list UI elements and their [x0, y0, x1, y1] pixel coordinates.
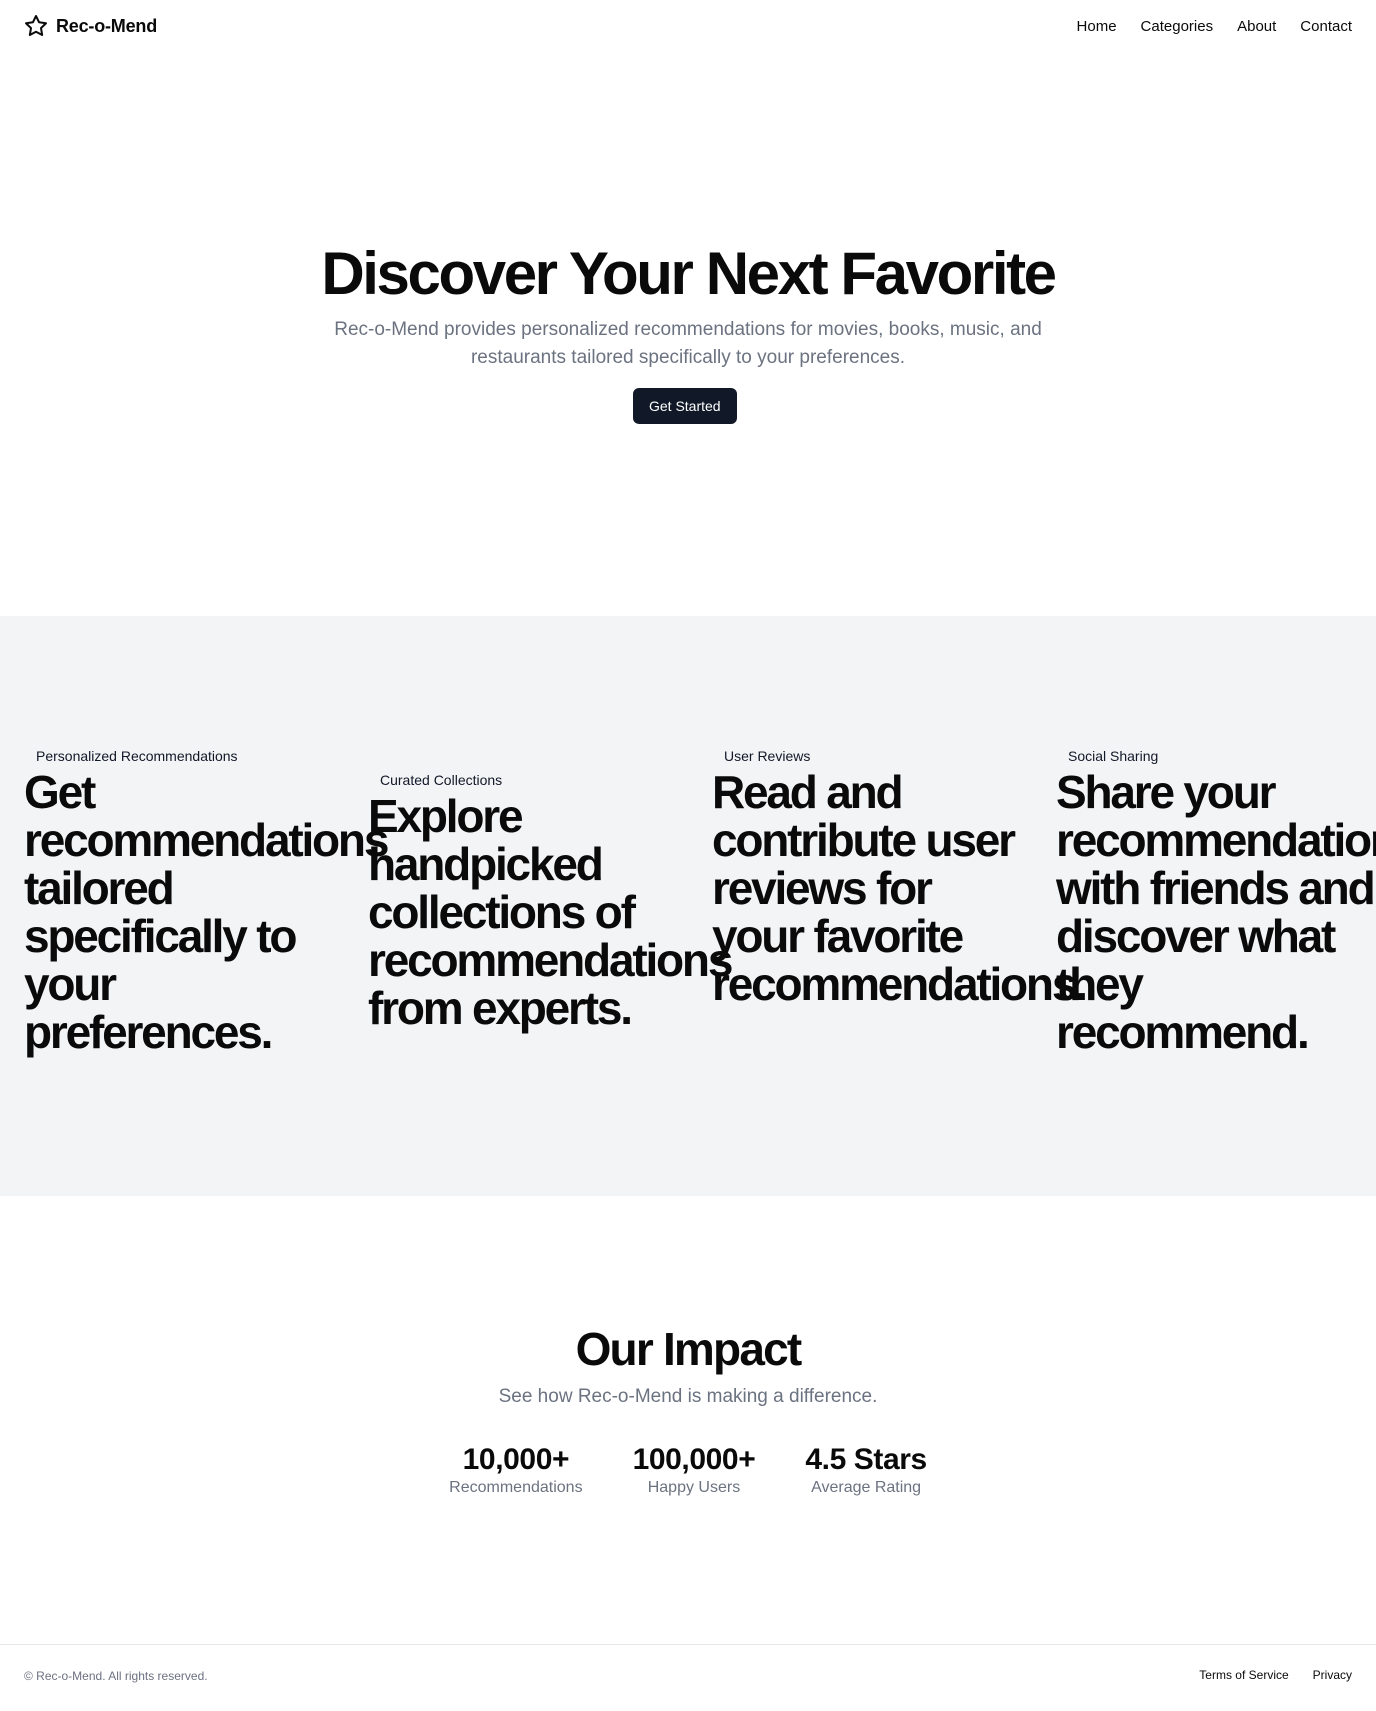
feature-card-personalized: Personalized Recommendations Get recomme…	[24, 746, 389, 1058]
site-header: Rec-o-Mend Home Categories About Contact	[0, 0, 1376, 56]
brand-name: Rec-o-Mend	[56, 15, 157, 36]
stat-label: Recommendations	[449, 1479, 583, 1496]
star-icon	[24, 14, 48, 38]
stat-happy-users: 100,000+ Happy Users	[633, 1442, 756, 1498]
copyright-text: © Rec-o-Mend. All rights reserved.	[24, 1669, 208, 1683]
hero-subtitle: Rec-o-Mend provides personalized recomme…	[334, 319, 1042, 368]
hero-section: Discover Your Next Favorite Rec-o-Mend p…	[0, 56, 1376, 616]
stat-label: Happy Users	[647, 1479, 741, 1496]
stat-value: 100,000+	[632, 1443, 756, 1476]
feature-title: Social Sharing	[1068, 748, 1159, 764]
hero-title: Discover Your Next Favorite	[321, 240, 1057, 307]
stat-average-rating: 4.5 Stars Average Rating	[805, 1442, 927, 1498]
stat-recommendations: 10,000+ Recommendations	[449, 1442, 582, 1498]
terms-of-service-link[interactable]: Terms of Service	[1199, 1668, 1288, 1682]
impact-subtitle: See how Rec-o-Mend is making a differenc…	[498, 1386, 878, 1407]
impact-section: Our Impact See how Rec-o-Mend is making …	[0, 1196, 1376, 1644]
features-section: Personalized Recommendations Get recomme…	[0, 616, 1376, 1196]
footer-links: Terms of Service Privacy	[1199, 1668, 1352, 1682]
feature-description: Share your recommendations with friends …	[1056, 766, 1376, 1058]
feature-description: Read and contribute user reviews for you…	[712, 766, 1088, 1010]
feature-title: Personalized Recommendations	[36, 748, 238, 764]
feature-title: Curated Collections	[380, 772, 503, 788]
brand-link[interactable]: Rec-o-Mend	[24, 14, 157, 38]
site-footer: © Rec-o-Mend. All rights reserved. Terms…	[0, 1644, 1376, 1711]
feature-description: Explore handpicked collections of recomm…	[368, 790, 733, 1034]
nav-about-link[interactable]: About	[1237, 18, 1276, 35]
get-started-button[interactable]: Get Started	[633, 388, 737, 424]
main-nav: Home Categories About Contact	[1077, 18, 1352, 35]
stats-row: 10,000+ Recommendations 100,000+ Happy U…	[0, 1442, 1376, 1498]
feature-card-curated: Curated Collections Explore handpicked c…	[368, 770, 733, 1034]
feature-title: User Reviews	[724, 748, 811, 764]
feature-description: Get recommendations tailored specificall…	[24, 766, 389, 1058]
nav-contact-link[interactable]: Contact	[1300, 18, 1352, 35]
privacy-link[interactable]: Privacy	[1313, 1668, 1352, 1682]
nav-home-link[interactable]: Home	[1077, 18, 1117, 35]
feature-card-social: Social Sharing Share your recommendation…	[1056, 746, 1376, 1056]
stat-value: 4.5 Stars	[805, 1443, 927, 1476]
feature-card-reviews: User Reviews Read and contribute user re…	[712, 746, 1088, 1010]
nav-categories-link[interactable]: Categories	[1141, 18, 1214, 35]
impact-title: Our Impact	[575, 1323, 803, 1375]
stat-value: 10,000+	[462, 1443, 570, 1476]
stat-label: Average Rating	[811, 1479, 922, 1496]
